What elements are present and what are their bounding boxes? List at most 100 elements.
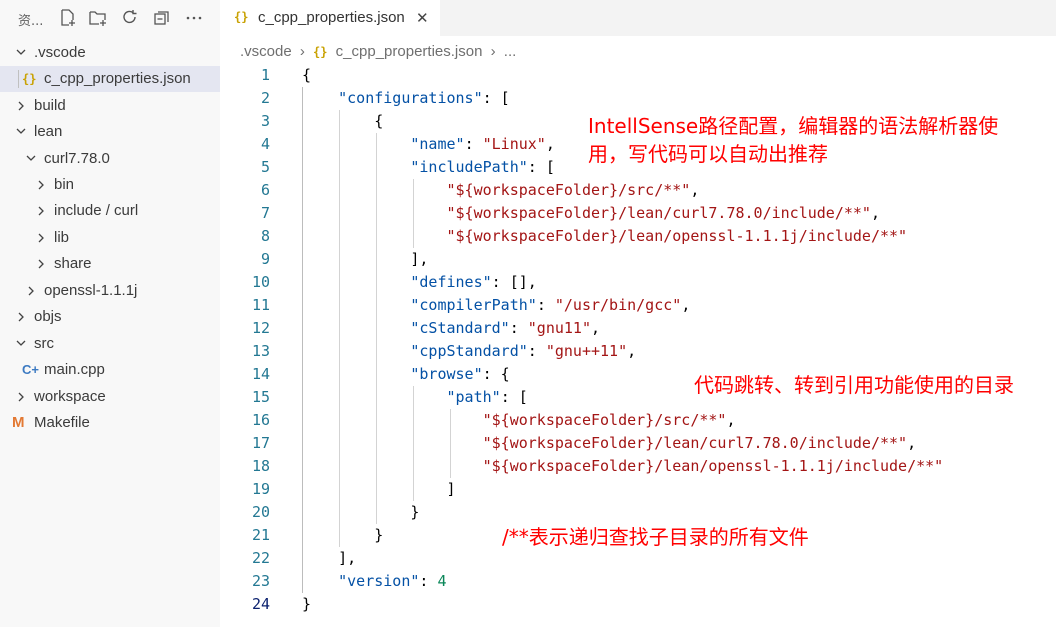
tree-item-objs[interactable]: objs — [0, 304, 220, 330]
code-line[interactable]: 2 "configurations": [ — [220, 87, 1056, 110]
tree-item-curl[interactable]: curl7.78.0 — [0, 146, 220, 172]
code-line[interactable]: 6 "${workspaceFolder}/src/**", — [220, 179, 1056, 202]
code-punct: , — [870, 204, 880, 222]
tree-item-label: src — [34, 335, 54, 352]
code-line[interactable]: 19 ] — [220, 478, 1056, 501]
line-number: 13 — [251, 342, 270, 360]
line-number: 19 — [251, 480, 270, 498]
tree-item-bin[interactable]: bin — [0, 172, 220, 198]
annotation-browse: 代码跳转、转到引用功能使用的目录 — [694, 373, 1014, 397]
json-key: "configurations" — [338, 89, 483, 107]
tab-c-cpp-properties[interactable]: {} c_cpp_properties.json ✕ — [220, 0, 440, 36]
code-punct — [302, 457, 483, 475]
json-key: "cStandard" — [410, 319, 510, 337]
code-line[interactable]: 10 "defines": [], — [220, 271, 1056, 294]
json-key: "defines" — [410, 273, 492, 291]
line-number: 4 — [260, 135, 270, 153]
explorer-title: 资... — [18, 14, 44, 29]
tree-item-vscode[interactable]: .vscode — [0, 40, 220, 66]
indent-guide — [18, 70, 19, 88]
tree-item-lib[interactable]: lib — [0, 225, 220, 251]
tree-item-label: main.cpp — [44, 361, 105, 378]
code-line[interactable]: 17 "${workspaceFolder}/lean/curl7.78.0/i… — [220, 432, 1056, 455]
code-text: } — [302, 593, 311, 616]
chevron-down-icon — [14, 119, 28, 145]
tree-item-openssl[interactable]: openssl-1.1.1j — [0, 278, 220, 304]
code-text: ] — [302, 478, 456, 501]
code-text: ], — [302, 547, 356, 570]
code-line[interactable]: 11 "compilerPath": "/usr/bin/gcc", — [220, 294, 1056, 317]
code-text: "${workspaceFolder}/lean/curl7.78.0/incl… — [302, 202, 880, 225]
code-line[interactable]: 23 "version": 4 — [220, 570, 1056, 593]
tree-item-label: objs — [34, 308, 62, 325]
tab-label: c_cpp_properties.json — [258, 9, 405, 26]
tree-item-c-cpp-properties[interactable]: {} c_cpp_properties.json — [0, 66, 220, 92]
new-folder-icon[interactable] — [88, 8, 108, 28]
tree-item-label: curl7.78.0 — [44, 150, 110, 167]
code-line[interactable]: 1{ — [220, 64, 1056, 87]
json-key: "name" — [410, 135, 465, 153]
collapse-all-icon[interactable] — [152, 8, 172, 28]
code-line[interactable]: 7 "${workspaceFolder}/lean/curl7.78.0/in… — [220, 202, 1056, 225]
code-punct — [302, 388, 447, 406]
code-line[interactable]: 12 "cStandard": "gnu11", — [220, 317, 1056, 340]
code-text: "includePath": [ — [302, 156, 555, 179]
code-line[interactable]: 22 ], — [220, 547, 1056, 570]
code-line[interactable]: 24} — [220, 593, 1056, 616]
tree-item-label: workspace — [34, 388, 106, 405]
tree-item-workspace[interactable]: workspace — [0, 384, 220, 410]
code-line[interactable]: 9 ], — [220, 248, 1056, 271]
line-number: 16 — [251, 411, 270, 429]
code-line[interactable]: 13 "cppStandard": "gnu++11", — [220, 340, 1056, 363]
tree-item-main-cpp[interactable]: C+ main.cpp — [0, 357, 220, 383]
code-text: "browse": { — [302, 363, 509, 386]
tree-item-build[interactable]: build — [0, 93, 220, 119]
more-icon[interactable] — [184, 8, 204, 28]
code-text: "name": "Linux", — [302, 133, 555, 156]
line-number: 6 — [260, 181, 270, 199]
code-punct: : — [509, 319, 528, 337]
tree-item-share[interactable]: share — [0, 251, 220, 277]
code-text: "version": 4 — [302, 570, 446, 593]
code-text: "${workspaceFolder}/src/**", — [302, 179, 700, 202]
breadcrumb-file[interactable]: c_cpp_properties.json — [336, 43, 483, 60]
code-punct: ] — [302, 480, 456, 498]
code-punct — [302, 204, 447, 222]
code-punct: : — [464, 135, 483, 153]
code-punct: , — [681, 296, 691, 314]
new-file-icon[interactable] — [58, 8, 78, 28]
annotation-wildcard: /**表示递归查找子目录的所有文件 — [502, 525, 809, 549]
breadcrumb-symbol[interactable]: ... — [504, 43, 517, 60]
breadcrumb-separator: › — [490, 43, 496, 60]
tree-item-src[interactable]: src — [0, 331, 220, 357]
json-file-icon: {} — [22, 72, 37, 86]
code-text: ], — [302, 248, 428, 271]
chevron-right-icon — [14, 93, 28, 119]
code-line[interactable]: 8 "${workspaceFolder}/lean/openssl-1.1.1… — [220, 225, 1056, 248]
line-number: 9 — [260, 250, 270, 268]
tree-item-lean[interactable]: lean — [0, 119, 220, 145]
code-punct: : — [536, 296, 555, 314]
code-punct — [302, 296, 410, 314]
code-punct — [302, 181, 447, 199]
code-punct — [302, 158, 410, 176]
line-number: 2 — [260, 89, 270, 107]
code-punct — [302, 434, 483, 452]
code-line[interactable]: 16 "${workspaceFolder}/src/**", — [220, 409, 1056, 432]
close-icon[interactable]: ✕ — [416, 9, 429, 27]
breadcrumb-folder[interactable]: .vscode — [240, 43, 292, 60]
code-punct: , — [690, 181, 700, 199]
code-text: "${workspaceFolder}/lean/openssl-1.1.1j/… — [302, 455, 944, 478]
code-punct: { — [302, 66, 312, 84]
code-line[interactable]: 20 } — [220, 501, 1056, 524]
code-punct: , — [907, 434, 917, 452]
tree-item-makefile[interactable]: M Makefile — [0, 410, 220, 436]
code-punct — [302, 365, 410, 383]
cpp-file-icon: C+ — [22, 362, 39, 377]
line-number: 15 — [251, 388, 270, 406]
code-text: "${workspaceFolder}/lean/curl7.78.0/incl… — [302, 432, 916, 455]
code-line[interactable]: 18 "${workspaceFolder}/lean/openssl-1.1.… — [220, 455, 1056, 478]
refresh-icon[interactable] — [120, 8, 140, 28]
tree-item-include-curl[interactable]: include / curl — [0, 198, 220, 224]
json-string: "${workspaceFolder}/lean/openssl-1.1.1j/… — [482, 457, 944, 475]
